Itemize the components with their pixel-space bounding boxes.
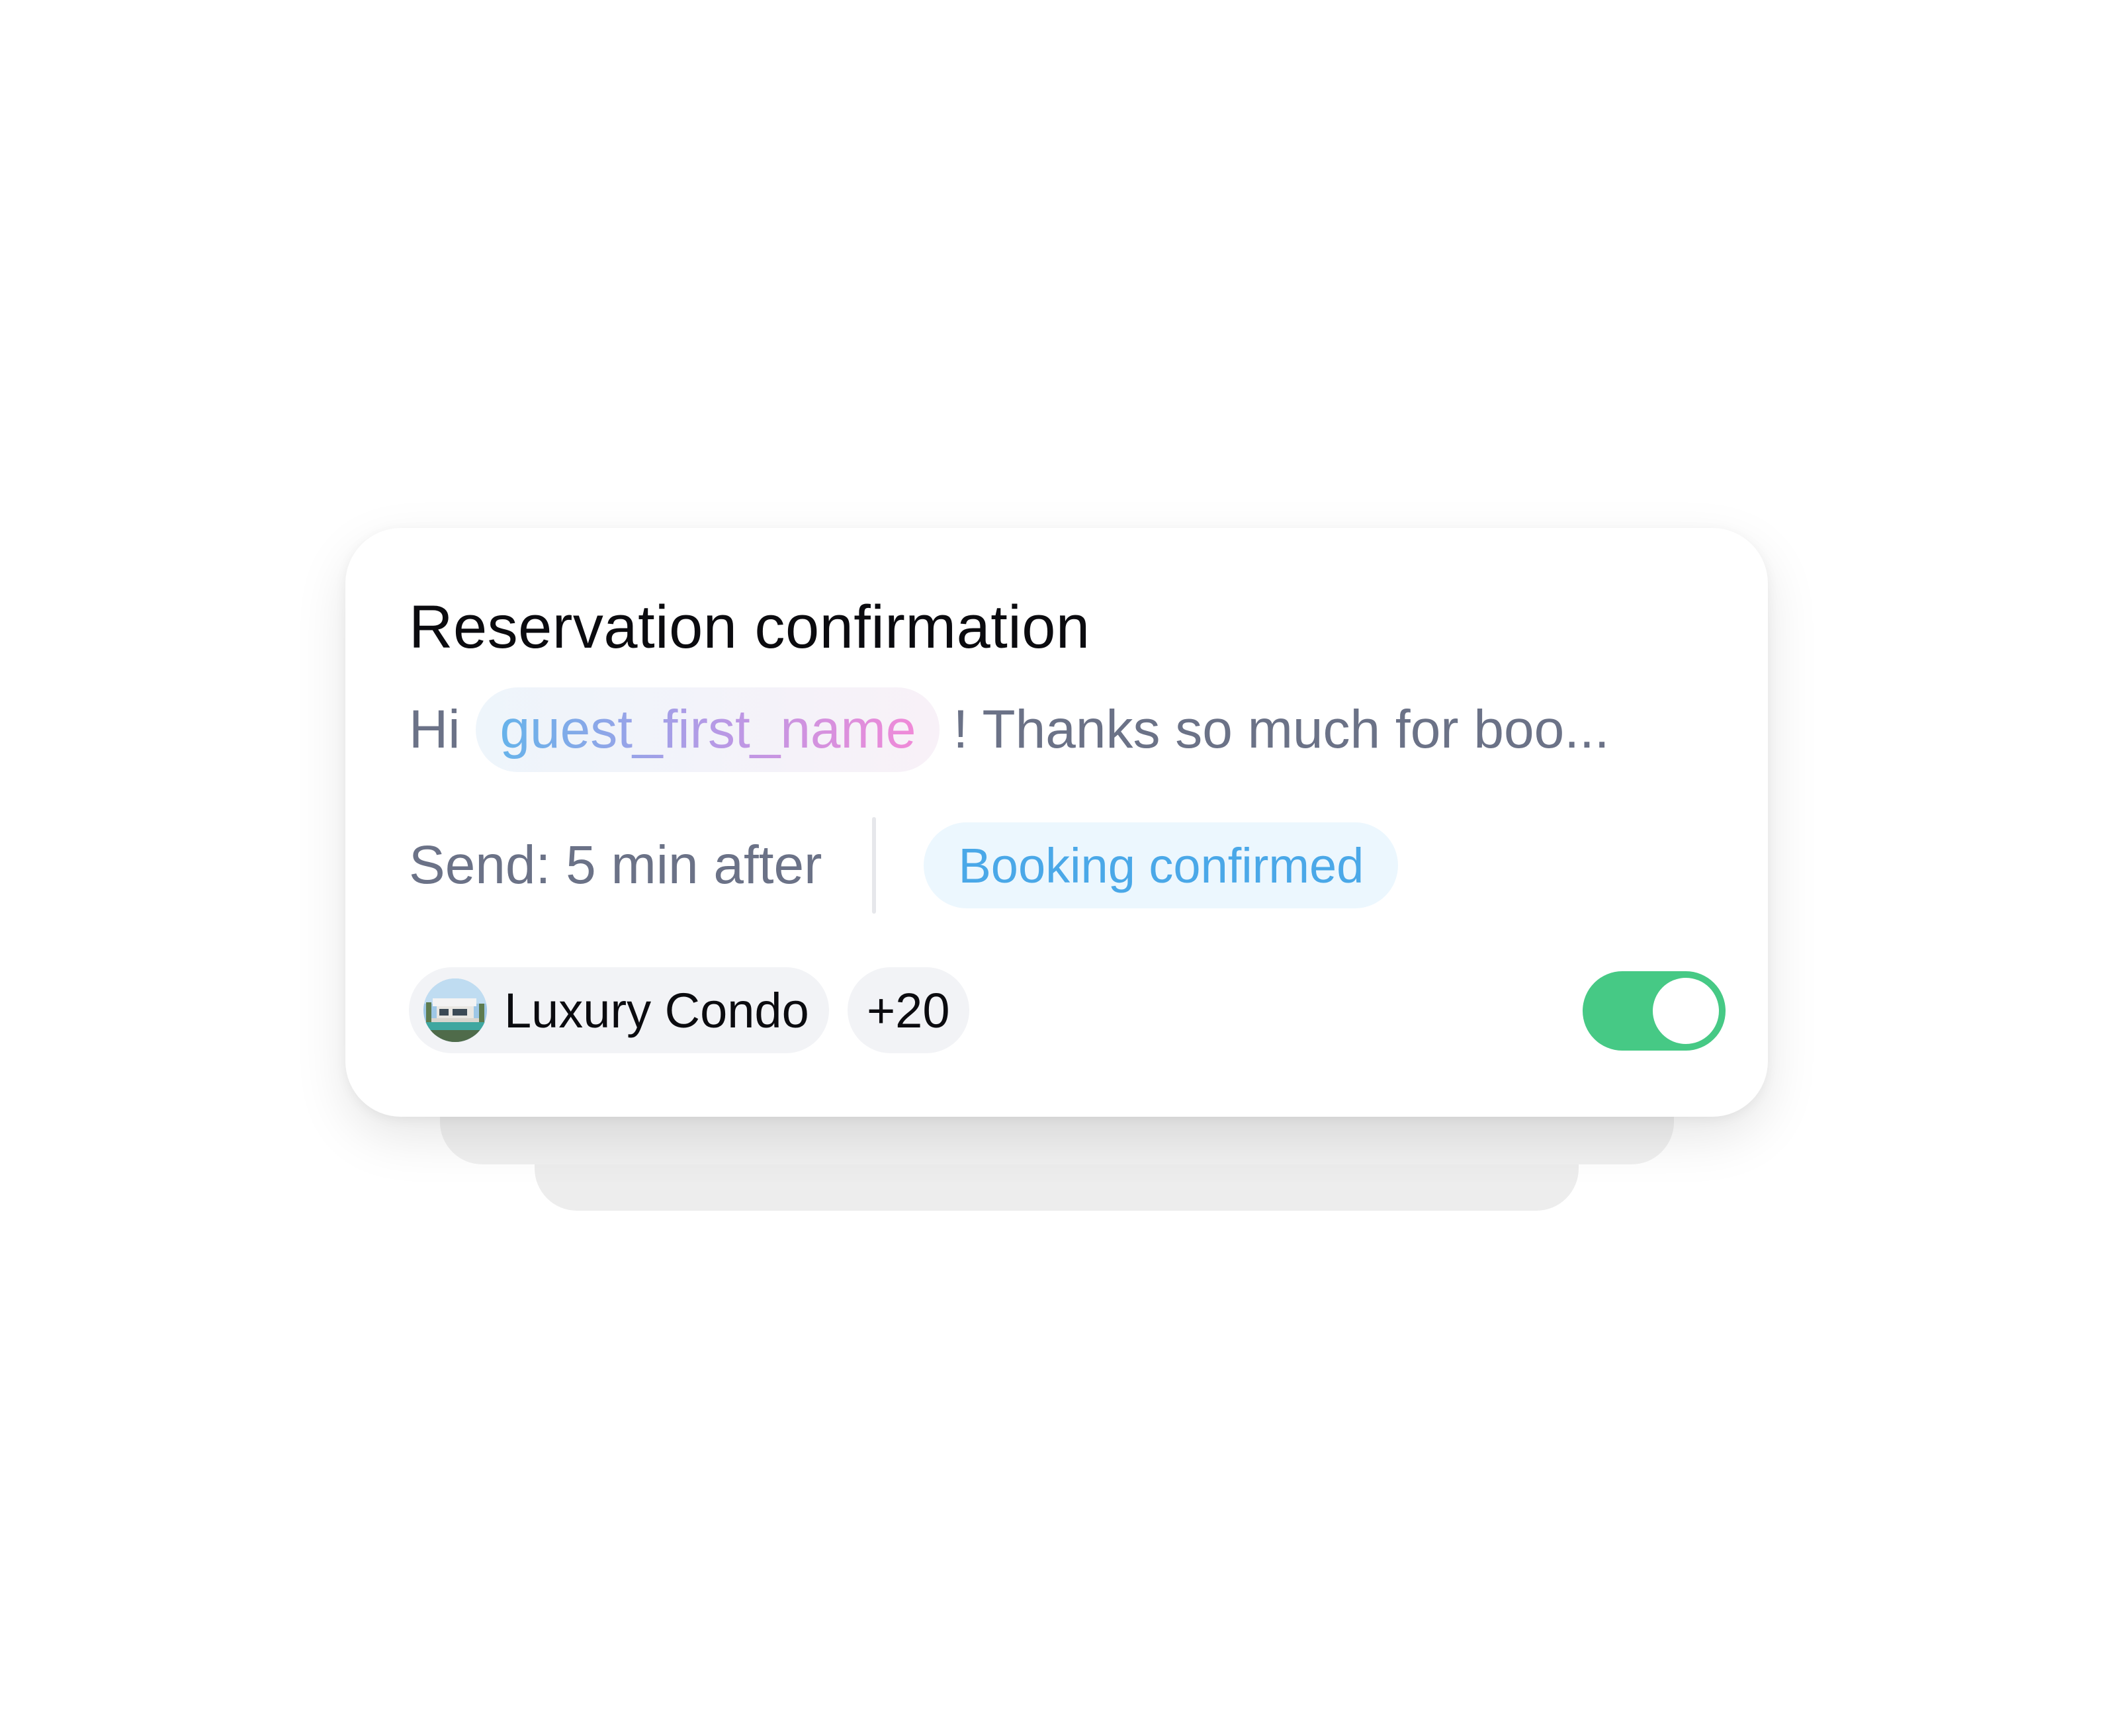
- enabled-toggle[interactable]: [1583, 971, 1726, 1051]
- property-row: Luxury Condo +20: [409, 967, 969, 1053]
- message-template-card[interactable]: Reservation confirmation Hi guest_first_…: [345, 528, 1768, 1117]
- message-preview: Hi guest_first_name ! Thanks so much for…: [409, 687, 1610, 773]
- variable-chip: guest_first_name: [476, 687, 940, 772]
- preview-greeting: Hi: [409, 699, 460, 760]
- schedule-row: Send: 5 min after Booking confirmed: [409, 817, 1399, 914]
- toggle-knob: [1653, 978, 1719, 1044]
- vertical-divider: [872, 817, 877, 914]
- property-chip[interactable]: Luxury Condo: [409, 967, 829, 1053]
- variable-name: guest_first_name: [500, 699, 916, 760]
- card-title: Reservation confirmation: [409, 593, 1090, 661]
- more-properties-badge[interactable]: +20: [847, 967, 969, 1053]
- send-timing: Send: 5 min after: [409, 835, 822, 895]
- automation-preview-stage: Reservation confirmation Hi guest_first_…: [0, 0, 2104, 1736]
- property-thumbnail-icon: [423, 978, 487, 1042]
- trigger-badge: Booking confirmed: [924, 822, 1399, 908]
- preview-rest: ! Thanks so much for boo...: [953, 699, 1610, 760]
- property-name: Luxury Condo: [504, 982, 809, 1038]
